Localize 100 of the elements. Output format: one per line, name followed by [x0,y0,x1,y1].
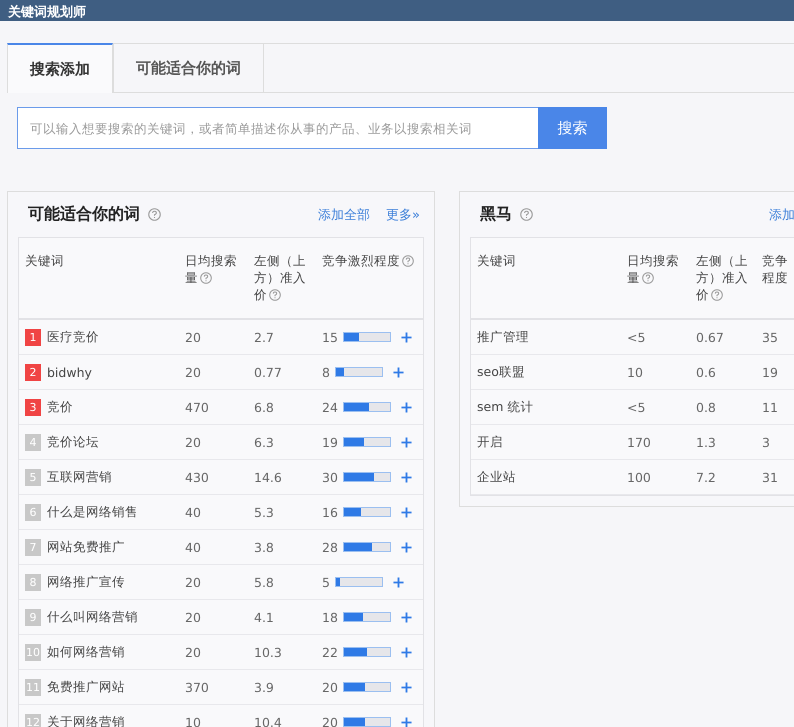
table-cell: 8 [322,364,330,380]
window-title: 关键词规划师 [8,5,86,21]
table-cell: 16 [322,504,338,520]
add-icon[interactable] [392,576,404,588]
search-button[interactable]: 搜索 [538,107,607,149]
column-header: 左侧（上方）准入价 [696,253,748,302]
competition-bar [342,647,391,657]
table-cell: 3.9 [254,680,274,694]
table-cell: 0.8 [696,400,716,414]
competition-bar [342,682,391,692]
help-icon[interactable] [711,289,723,301]
table-cell: 430 [185,470,209,484]
competition-bar [334,367,383,377]
add-icon[interactable] [400,472,412,482]
competition-bar [342,612,391,622]
table-cell: <5 [627,400,646,414]
add-icon[interactable] [400,402,412,412]
help-icon[interactable] [269,289,281,301]
column-header: 日均搜索量 [185,253,237,285]
table-cell: 11 [762,400,778,414]
help-icon[interactable] [520,208,533,221]
table-cell: 35 [762,330,778,344]
help-icon[interactable] [402,255,414,267]
table-cell: 4.1 [254,610,274,624]
link[interactable]: 添加全部 [318,206,370,224]
table-cell: 5.8 [254,574,274,590]
add-icon[interactable] [400,436,412,448]
table-cell: 10.3 [254,644,282,660]
table-cell: 19 [762,364,778,380]
keyword-link[interactable]: seo联盟 [477,364,525,380]
table-cell: 20 [185,434,201,450]
search-field[interactable]: 可以输入想要搜索的关键词，或者简单描述你从事的产品、业务以搜索相关词 [17,107,538,149]
keyword-link[interactable]: 网站免费推广 [47,538,125,556]
competition-bar [334,577,383,587]
rank-badge: 2 [25,364,41,380]
table-cell: 20 [185,364,201,380]
keyword-link[interactable]: 企业站 [477,468,516,486]
keyword-link[interactable]: 如何网络营销 [47,644,125,660]
add-icon[interactable] [400,646,412,658]
column-header: 日均搜索量 [627,253,679,285]
table-cell: 370 [185,680,209,694]
table-cell: 15 [322,330,338,344]
keyword-link[interactable]: 什么叫网络营销 [47,608,138,626]
keyword-link[interactable]: 关于网络营销 [47,714,125,727]
add-icon[interactable] [392,366,404,378]
table-cell: 7.2 [696,470,716,484]
table-cell: 40 [185,540,201,554]
table-cell: 0.77 [254,364,282,380]
table-cell: 5 [322,574,330,590]
table-cell: 19 [322,434,338,450]
table-cell: 20 [322,680,338,694]
table-cell: 470 [185,400,209,414]
table-cell: 10 [185,714,201,727]
keyword-link[interactable]: 什么是网络销售 [47,504,138,520]
table-cell: 20 [185,610,201,624]
competition-bar [342,472,391,482]
competition-bar [342,507,391,517]
table-cell: 170 [627,434,651,450]
keyword-link[interactable]: 竞价 [47,398,73,416]
help-icon[interactable] [200,272,212,284]
table-cell: 100 [627,470,651,484]
table-cell: 28 [322,540,338,554]
table-cell: 0.6 [696,364,716,380]
tab[interactable]: 搜索添加 [7,43,113,93]
table-cell: 1.3 [696,434,716,450]
help-icon[interactable] [148,208,161,221]
add-icon[interactable] [400,506,412,518]
keyword-link[interactable]: 网络推广宣传 [47,574,125,590]
link[interactable]: 更多» [386,206,420,224]
add-icon[interactable] [400,332,412,342]
keyword-link[interactable]: sem 统计 [477,398,534,416]
rank-badge: 1 [25,328,41,346]
column-header: 关键词 [477,253,516,268]
add-icon[interactable] [400,682,412,692]
keyword-link[interactable]: 免费推广网站 [47,678,125,696]
add-icon[interactable] [400,612,412,622]
table-cell: 20 [322,714,338,727]
column-header: 关键词 [25,253,64,268]
table-cell: 40 [185,504,201,520]
table-cell: 10 [627,364,643,380]
keyword-link[interactable]: 开启 [477,434,503,450]
tab[interactable]: 可能适合你的词 [113,43,264,93]
table-cell: 20 [185,574,201,590]
competition-bar [342,437,391,447]
table-cell: 22 [322,644,338,660]
help-icon[interactable] [642,272,654,284]
add-icon[interactable] [400,716,412,727]
competition-bar [342,332,391,342]
link[interactable]: 添加 [769,206,794,224]
keyword-link[interactable]: 推广管理 [477,328,529,346]
keyword-link[interactable]: bidwhy [47,364,92,380]
keyword-link[interactable]: 竞价论坛 [47,434,99,450]
table-cell: 20 [185,644,201,660]
table-cell: <5 [627,330,646,344]
panel-title: 可能适合你的词 [28,204,140,225]
add-icon[interactable] [400,542,412,552]
keyword-link[interactable]: 医疗竞价 [47,328,99,346]
table-cell: 30 [322,470,338,484]
table-cell: 14.6 [254,470,282,484]
keyword-link[interactable]: 互联网营销 [47,468,112,486]
